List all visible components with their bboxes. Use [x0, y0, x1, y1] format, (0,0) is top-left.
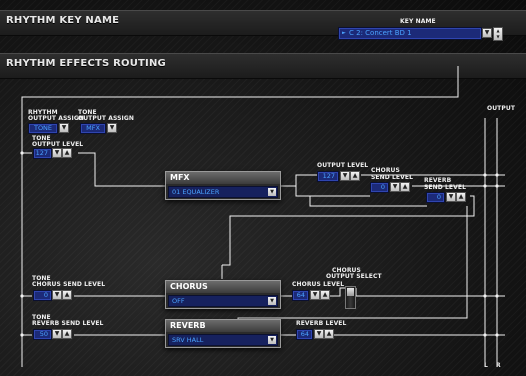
output-label: OUTPUT [487, 105, 516, 112]
chorus-box[interactable]: CHORUS OFF ▼ [165, 280, 281, 309]
chevron-down-icon[interactable]: ▼ [268, 188, 276, 196]
chevron-down-icon: ▼ [109, 124, 115, 131]
tone-output-assign-value[interactable]: MFX [80, 123, 106, 134]
rhythm-output-assign-label-2: OUTPUT ASSIGN [28, 115, 85, 122]
chevron-up-icon: ▲ [402, 183, 408, 190]
mfx-output-level-down[interactable]: ▼ [340, 171, 350, 181]
mfx-output-level-label: OUTPUT LEVEL [317, 162, 369, 169]
switch-handle[interactable] [347, 288, 354, 296]
mfx-reverb-send-up[interactable]: ▲ [456, 192, 466, 202]
chorus-title: CHORUS [166, 281, 280, 293]
chevron-down-icon: ▼ [54, 330, 60, 337]
mfx-type-value: 01 EQUALIZER [172, 188, 220, 196]
mfx-chorus-send-down[interactable]: ▼ [390, 182, 400, 192]
chorus-output-select-label-2: OUTPUT SELECT [326, 273, 382, 280]
reverb-level-up[interactable]: ▲ [324, 329, 334, 339]
chorus-type-value: OFF [172, 297, 185, 305]
rhythm-output-assign-dropdown[interactable]: ▼ [59, 123, 69, 133]
chevron-down-icon: ▼ [54, 291, 60, 298]
tone-output-level-up[interactable]: ▲ [62, 148, 72, 158]
chevron-down-icon: ▼ [54, 149, 60, 156]
mfx-box[interactable]: MFX 01 EQUALIZER ▼ [165, 171, 281, 200]
chorus-level-label: CHORUS LEVEL [292, 281, 345, 288]
chevron-down-icon: ▼ [392, 183, 398, 190]
reverb-box[interactable]: REVERB SRV HALL ▼ [165, 319, 281, 348]
chevron-down-icon: ▼ [312, 291, 318, 298]
chevron-up-icon: ▲ [64, 149, 70, 156]
mfx-output-level-up[interactable]: ▲ [350, 171, 360, 181]
chevron-up-icon: ▲ [322, 291, 328, 298]
reverb-level-value[interactable]: 64 [296, 329, 313, 340]
chevron-up-icon: ▲ [64, 330, 70, 337]
chorus-output-select-switch[interactable] [345, 286, 356, 309]
mfx-chorus-send-up[interactable]: ▲ [400, 182, 410, 192]
mfx-chorus-send-value[interactable]: 0 [370, 182, 389, 193]
output-l-label: L [484, 362, 488, 369]
chevron-down-icon: ▼ [61, 124, 67, 131]
reverb-level-down[interactable]: ▼ [314, 329, 324, 339]
chevron-up-icon: ▲ [326, 330, 332, 337]
chorus-level-up[interactable]: ▲ [320, 290, 330, 300]
chorus-type-select[interactable]: OFF ▼ [168, 295, 278, 307]
chevron-up-icon: ▲ [458, 193, 464, 200]
tone-output-level-down[interactable]: ▼ [52, 148, 62, 158]
mfx-reverb-send-label-2: SEND LEVEL [424, 184, 466, 191]
tone-output-assign-label-2: OUTPUT ASSIGN [78, 115, 135, 122]
chevron-down-icon[interactable]: ▼ [268, 297, 276, 305]
chevron-up-icon: ▲ [64, 291, 70, 298]
rhythm-output-assign-value[interactable]: TONE [28, 123, 58, 134]
reverb-level-label: REVERB LEVEL [296, 320, 347, 327]
tone-reverb-send-down[interactable]: ▼ [52, 329, 62, 339]
tone-reverb-send-value[interactable]: 50 [33, 329, 52, 340]
reverb-title: REVERB [166, 320, 280, 332]
chevron-down-icon: ▼ [316, 330, 322, 337]
tone-chorus-send-label-2: CHORUS SEND LEVEL [32, 281, 106, 288]
reverb-type-select[interactable]: SRV HALL ▼ [168, 334, 278, 346]
mfx-output-level-value[interactable]: 127 [317, 171, 339, 182]
tone-reverb-send-up[interactable]: ▲ [62, 329, 72, 339]
tone-chorus-send-up[interactable]: ▲ [62, 290, 72, 300]
tone-chorus-send-value[interactable]: 0 [33, 290, 52, 301]
tone-output-assign-dropdown[interactable]: ▼ [107, 123, 117, 133]
chevron-down-icon: ▼ [342, 172, 348, 179]
mfx-reverb-send-value[interactable]: 0 [426, 192, 445, 203]
mfx-chorus-send-label-2: SEND LEVEL [371, 174, 413, 181]
reverb-type-value: SRV HALL [172, 336, 204, 344]
output-r-label: R [496, 362, 501, 369]
mfx-type-select[interactable]: 01 EQUALIZER ▼ [168, 186, 278, 198]
mfx-reverb-send-down[interactable]: ▼ [446, 192, 456, 202]
tone-output-level-value[interactable]: 127 [33, 148, 52, 159]
chevron-down-icon: ▼ [448, 193, 454, 200]
chevron-up-icon: ▲ [352, 172, 358, 179]
tone-reverb-send-label-2: REVERB SEND LEVEL [32, 320, 104, 327]
tone-chorus-send-down[interactable]: ▼ [52, 290, 62, 300]
chorus-level-value[interactable]: 64 [292, 290, 309, 301]
mfx-title: MFX [166, 172, 280, 184]
chorus-level-down[interactable]: ▼ [310, 290, 320, 300]
chevron-down-icon[interactable]: ▼ [268, 336, 276, 344]
rhythm-editor-window: RHYTHM KEY NAME RHYTHM EFFECTS ROUTING K… [0, 0, 526, 376]
